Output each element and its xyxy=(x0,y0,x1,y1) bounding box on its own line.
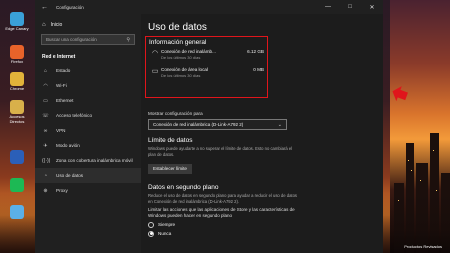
sidebar-item-label: Modo avión xyxy=(56,143,80,148)
background-data-section: Datos en segundo plano Reduce el uso de … xyxy=(148,184,298,237)
usage-row-ethernet[interactable]: ▭ Conexión de área local De los últimos … xyxy=(149,67,267,78)
chevron-down-icon: ⌄ xyxy=(277,121,282,128)
home-icon: ⌂ xyxy=(42,21,46,28)
annotation-arrow-icon xyxy=(392,86,408,102)
usage-row-value: 0 MB xyxy=(253,67,264,72)
window-title: Configuración xyxy=(56,4,84,10)
maximize-button[interactable]: □ xyxy=(339,0,361,14)
settings-search-input[interactable]: Buscar una configuración ⚲ xyxy=(41,34,135,45)
page-title: Uso de datos xyxy=(148,22,207,33)
sidebar-item-icon: ⌂ xyxy=(43,67,48,74)
desktop-icon[interactable]: Accesos Directos xyxy=(2,100,32,126)
desktop-icon[interactable]: Chrome xyxy=(2,72,32,98)
app-icon xyxy=(10,12,24,26)
back-arrow-icon[interactable]: ← xyxy=(41,4,48,11)
radio-label: Siempre xyxy=(158,222,176,228)
sidebar-item-icon: ∞ xyxy=(43,127,48,134)
close-button[interactable]: ✕ xyxy=(361,0,383,14)
desktop-icons: Edge Canary Firefox Chrome Accesos Directos xyxy=(0,0,34,253)
radio-circle-selected xyxy=(148,230,154,237)
main-content: Uso de datos Información general ◠ Conex… xyxy=(141,14,383,253)
desktop-icon-label: Edge Canary xyxy=(5,26,29,31)
sidebar-item-label: Wi-Fi xyxy=(56,83,67,88)
app-icon xyxy=(10,72,24,86)
sidebar-item-icon: ▭ xyxy=(43,97,48,104)
sidebar-item-icon: ◠ xyxy=(43,82,48,89)
sidebar-item-label: Zona con cobertura inalámbrica móvil xyxy=(56,158,133,163)
sidebar-item-label: Uso de datos xyxy=(56,173,84,178)
limit-text: Windows puede ayudarte a no superar el l… xyxy=(148,146,293,157)
sidebar-item-icon: ◔ xyxy=(43,172,48,179)
desktop-icon-label: Firefox xyxy=(10,59,24,64)
sidebar-item[interactable]: ⌂ Estado xyxy=(35,63,141,78)
desktop-icon[interactable] xyxy=(2,178,32,204)
usage-row-wifi[interactable]: ◠ Conexión de red inalámb... De los últi… xyxy=(149,49,267,60)
wifi-icon: ◠ xyxy=(151,50,159,57)
desktop-icon[interactable] xyxy=(2,205,32,231)
app-icon xyxy=(10,178,24,192)
ethernet-icon: ▭ xyxy=(151,68,159,75)
sidebar-item-label: Acceso telefónico xyxy=(56,113,93,118)
dropdown-value: Conexión de red inalámbrica (D-Link-A792… xyxy=(153,122,244,127)
sidebar-item-label: Ethernet xyxy=(56,98,74,103)
sidebar-item-icon: ✈ xyxy=(43,142,48,149)
limit-heading: Límite de datos xyxy=(148,137,193,144)
sidebar-item-icon: ((·)) xyxy=(42,157,51,164)
app-icon xyxy=(10,205,24,219)
desktop-icon-label: Chrome xyxy=(9,86,25,91)
app-icon xyxy=(10,150,24,164)
sidebar-item-label: VPN xyxy=(56,128,66,133)
sidebar-item[interactable]: ✈ Modo avión xyxy=(35,138,141,153)
desktop-icon-label: Accesos Directos xyxy=(9,114,25,124)
radio-always[interactable]: Siempre xyxy=(148,221,298,228)
radio-never[interactable]: Nunca xyxy=(148,230,298,237)
limit-section: Límite de datos Windows puede ayudarte a… xyxy=(148,137,298,175)
background-text: Reduce el uso de datos en segundo plano … xyxy=(148,193,297,204)
sidebar-item[interactable]: ☏ Acceso telefónico xyxy=(35,108,141,123)
sidebar-item-label: Estado xyxy=(56,68,71,73)
usage-row-name: Conexión de red inalámb... xyxy=(161,49,216,54)
usage-row-name: Conexión de área local xyxy=(161,67,208,72)
desktop-corner-label: Productos Revisados xyxy=(404,244,442,249)
app-icon xyxy=(10,100,24,114)
title-bar: ← Configuración — □ ✕ xyxy=(35,0,383,14)
background-heading: Datos en segundo plano xyxy=(148,184,219,191)
desktop-icon[interactable]: Firefox xyxy=(2,45,32,71)
sidebar-item[interactable]: ⊕ Proxy xyxy=(35,183,141,198)
desktop-icon[interactable]: Edge Canary xyxy=(2,12,32,38)
sidebar-item[interactable]: ◔ Uso de datos xyxy=(35,168,141,183)
search-icon: ⚲ xyxy=(126,36,130,43)
overview-section: Información general ◠ Conexión de red in… xyxy=(149,39,267,78)
overview-heading: Información general xyxy=(149,39,207,46)
sidebar-section-title: Red e Internet xyxy=(42,54,76,60)
sidebar-home[interactable]: ⌂ Inicio xyxy=(35,14,141,30)
minimize-button[interactable]: — xyxy=(317,0,339,14)
radio-circle xyxy=(148,221,154,228)
sidebar-item[interactable]: ∞ VPN xyxy=(35,123,141,138)
sidebar-item[interactable]: ((·)) Zona con cobertura inalámbrica móvi… xyxy=(35,153,141,168)
usage-row-value: 6.12 GB xyxy=(247,49,264,54)
sidebar-item-label: Proxy xyxy=(56,188,68,193)
network-dropdown[interactable]: Conexión de red inalámbrica (D-Link-A792… xyxy=(148,119,287,130)
sidebar-item-icon: ☏ xyxy=(42,112,49,119)
sidebar: ⌂ Inicio Buscar una configuración ⚲ Red … xyxy=(35,14,141,253)
usage-row-sub: De los últimos 30 días xyxy=(161,73,201,78)
radio-label: Nunca xyxy=(158,231,172,237)
usage-row-sub: De los últimos 30 días xyxy=(161,55,201,60)
app-icon xyxy=(10,45,24,59)
settings-for-section: Mostrar configuración para Conexión de r… xyxy=(148,111,378,130)
desktop-icon[interactable] xyxy=(2,150,32,176)
set-limit-button[interactable]: Establecer límite xyxy=(148,163,192,174)
sidebar-item[interactable]: ▭ Ethernet xyxy=(35,93,141,108)
background-question: Limitar las acciones que las aplicacione… xyxy=(148,207,295,218)
sidebar-item[interactable]: ◠ Wi-Fi xyxy=(35,78,141,93)
sidebar-item-icon: ⊕ xyxy=(43,187,48,194)
sidebar-home-label: Inicio xyxy=(50,21,63,28)
settings-window: ← Configuración — □ ✕ ⌂ Inicio Buscar un… xyxy=(35,0,383,253)
search-placeholder: Buscar una configuración xyxy=(46,37,97,42)
sidebar-nav: ⌂ Estado ◠ Wi-Fi ▭ Ethernet ☏ Acceso telefónico… xyxy=(35,63,141,198)
show-settings-label: Mostrar configuración para xyxy=(148,111,203,116)
